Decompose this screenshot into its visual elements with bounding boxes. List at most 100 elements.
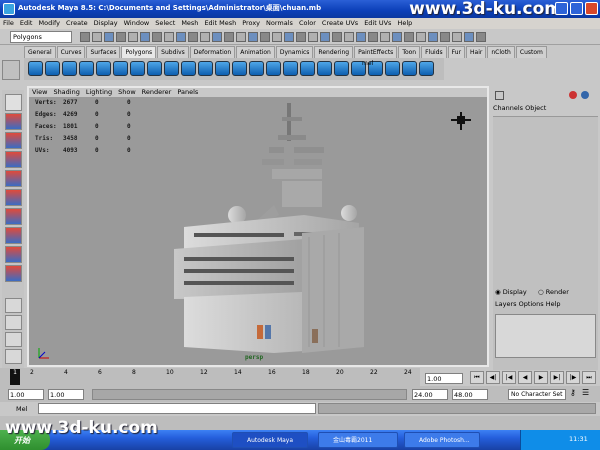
polygon-tool-icon[interactable] — [113, 61, 128, 76]
status-tool-icon[interactable] — [80, 32, 90, 42]
rotate-tool-icon[interactable] — [5, 170, 22, 187]
layout-icon[interactable] — [5, 315, 22, 330]
play-icon[interactable]: ▶ — [534, 371, 548, 384]
status-tool-icon[interactable] — [428, 32, 438, 42]
status-tool-icon[interactable] — [404, 32, 414, 42]
close-button[interactable] — [585, 2, 598, 15]
viewport-panel[interactable]: View Shading Lighting Show Renderer Panels Ve… — [27, 86, 489, 367]
panel-menu-renderer[interactable]: Renderer — [139, 88, 175, 96]
status-tool-icon[interactable] — [212, 32, 222, 42]
polygon-tool-icon[interactable] — [62, 61, 77, 76]
current-frame-marker[interactable]: 1 — [10, 369, 20, 385]
menu-modify[interactable]: Modify — [35, 18, 63, 29]
panel-menu-shading[interactable]: Shading — [50, 88, 82, 96]
shelf-tab-fluids[interactable]: Fluids — [421, 46, 447, 58]
shelf-tab-dynamics[interactable]: Dynamics — [275, 46, 314, 58]
paint-select-icon[interactable] — [5, 132, 22, 149]
show-manip-icon[interactable] — [5, 246, 22, 263]
status-tool-icon[interactable] — [356, 32, 366, 42]
menu-create-uvs[interactable]: Create UVs — [319, 18, 361, 29]
taskbar-item-maya[interactable]: Autodesk Maya — [232, 432, 308, 448]
menu-color[interactable]: Color — [296, 18, 319, 29]
shelf-tab-polygons[interactable]: Polygons — [121, 46, 157, 58]
status-tool-icon[interactable] — [200, 32, 210, 42]
character-set-select[interactable]: No Character Set — [508, 389, 566, 400]
shelf-tab-animation[interactable]: Animation — [236, 46, 275, 58]
taskbar-item-photoshop[interactable]: Adobe Photosh... — [404, 432, 480, 448]
status-tool-icon[interactable] — [452, 32, 462, 42]
key-icon[interactable]: ⚷ — [570, 388, 576, 397]
status-tool-icon[interactable] — [152, 32, 162, 42]
status-tool-icon[interactable] — [92, 32, 102, 42]
status-tool-icon[interactable] — [176, 32, 186, 42]
shelf-tab-custom[interactable]: Custom — [515, 46, 547, 58]
layout-icon[interactable] — [5, 298, 22, 313]
status-tool-icon[interactable] — [332, 32, 342, 42]
menu-display[interactable]: Display — [91, 18, 121, 29]
shelf-tab-ncloth[interactable]: nCloth — [487, 46, 515, 58]
menu-mesh[interactable]: Mesh — [178, 18, 201, 29]
polygon-tool-icon[interactable] — [215, 61, 230, 76]
status-tool-icon[interactable] — [188, 32, 198, 42]
step-forward-icon[interactable]: |▶ — [566, 371, 580, 384]
display-radio[interactable]: ◉ Display — [495, 288, 527, 298]
polygon-tool-icon[interactable] — [28, 61, 43, 76]
status-tool-icon[interactable] — [128, 32, 138, 42]
help-icon[interactable] — [581, 91, 589, 99]
shelf-tab-toon[interactable]: Toon — [398, 46, 421, 58]
prefs-icon[interactable]: ☰ — [582, 388, 589, 397]
panel-menu-panels[interactable]: Panels — [174, 88, 201, 96]
shelf-tab-curves[interactable]: Curves — [56, 46, 86, 58]
menu-normals[interactable]: Normals — [263, 18, 296, 29]
status-tool-icon[interactable] — [392, 32, 402, 42]
status-tool-icon[interactable] — [416, 32, 426, 42]
polygon-tool-icon[interactable] — [232, 61, 247, 76]
polygon-tool-icon[interactable] — [300, 61, 315, 76]
shelf-tab-rendering[interactable]: Rendering — [314, 46, 354, 58]
menu-proxy[interactable]: Proxy — [239, 18, 263, 29]
status-tool-icon[interactable] — [320, 32, 330, 42]
shelf-tab-subdivs[interactable]: Subdivs — [157, 46, 189, 58]
view-cube-icon[interactable] — [451, 112, 471, 130]
status-tool-icon[interactable] — [236, 32, 246, 42]
ship-model[interactable] — [144, 97, 364, 353]
status-tool-icon[interactable] — [380, 32, 390, 42]
shelf-menu-button[interactable] — [2, 60, 20, 80]
status-tool-icon[interactable] — [476, 32, 486, 42]
play-back-icon[interactable]: ◀ — [518, 371, 532, 384]
maximize-button[interactable] — [570, 2, 583, 15]
status-tool-icon[interactable] — [296, 32, 306, 42]
status-tool-icon[interactable] — [140, 32, 150, 42]
polygon-tool-icon[interactable] — [334, 61, 349, 76]
status-tool-icon[interactable] — [260, 32, 270, 42]
status-tool-icon[interactable] — [308, 32, 318, 42]
menu-file[interactable]: File — [0, 18, 17, 29]
polygon-tool-icon[interactable] — [147, 61, 162, 76]
menu-select[interactable]: Select — [152, 18, 178, 29]
shelf-tab-general[interactable]: General — [24, 46, 56, 58]
shelf-tab-deformation[interactable]: Deformation — [189, 46, 236, 58]
playback-start-field[interactable] — [48, 389, 84, 400]
polygon-tool-icon[interactable] — [198, 61, 213, 76]
scale-tool-icon[interactable] — [5, 189, 22, 206]
last-tool-icon[interactable] — [5, 265, 22, 282]
layers-menu[interactable]: Layers Options Help — [495, 300, 561, 308]
move-tool-icon[interactable] — [5, 151, 22, 168]
time-slider[interactable]: 1 2 4 6 8 10 12 14 16 18 20 22 24 — [0, 368, 420, 386]
channelbox-toggle-icon[interactable] — [495, 91, 504, 100]
polygon-tool-icon[interactable] — [181, 61, 196, 76]
layer-list[interactable] — [495, 314, 596, 358]
current-frame-field[interactable] — [425, 373, 463, 384]
menu-window[interactable]: Window — [121, 18, 153, 29]
go-end-icon[interactable]: ⏭ — [582, 371, 596, 384]
shelf-tab-hair[interactable]: Hair — [466, 46, 487, 58]
render-radio[interactable]: ○ Render — [538, 288, 569, 298]
polygon-tool-icon[interactable] — [419, 61, 434, 76]
polygon-tool-icon[interactable] — [96, 61, 111, 76]
status-tool-icon[interactable] — [104, 32, 114, 42]
status-tool-icon[interactable] — [224, 32, 234, 42]
menu-edit-uvs[interactable]: Edit UVs — [361, 18, 394, 29]
next-key-icon[interactable]: ▶| — [550, 371, 564, 384]
polygon-tool-icon[interactable] — [402, 61, 417, 76]
start-time-field[interactable] — [8, 389, 44, 400]
